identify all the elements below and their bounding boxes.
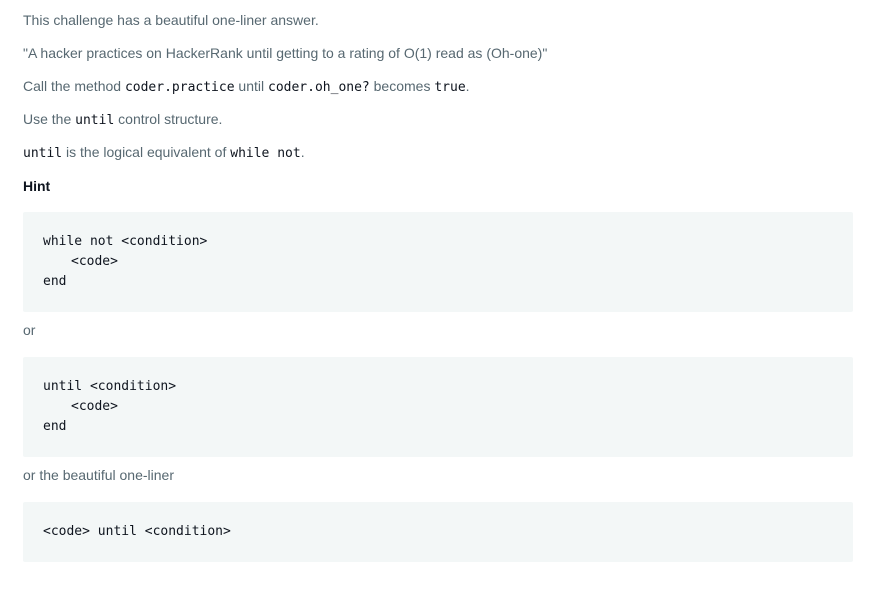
inline-code-oh-one: coder.oh_one? <box>268 80 370 95</box>
structure-prefix: Use the <box>23 111 76 127</box>
structure-suffix: control structure. <box>114 111 223 127</box>
code-block-until: until <condition> <code> end <box>23 357 853 457</box>
inline-code-practice: coder.practice <box>124 80 235 95</box>
code-block-while-not: while not <condition> <code> end <box>23 212 853 312</box>
instruction-becomes: becomes <box>369 78 435 94</box>
inline-code-while-not: while not <box>230 146 301 161</box>
equivalence-text: until is the logical equivalent of while… <box>23 142 305 164</box>
code-line: end <box>43 419 67 434</box>
equivalence-period: . <box>300 144 305 160</box>
code-line: end <box>43 274 67 289</box>
inline-code-until-2: until <box>23 146 63 161</box>
intro-text: This challenge has a beautiful one-liner… <box>23 12 319 28</box>
instruction-text: Call the method coder.practice until cod… <box>23 76 470 98</box>
code-line: <code> until <condition> <box>43 524 231 539</box>
code-line: <code> <box>71 254 118 269</box>
code-line: until <condition> <box>43 379 177 394</box>
instruction-period: . <box>465 78 470 94</box>
instruction-until: until <box>234 78 268 94</box>
inline-code-true: true <box>434 80 466 95</box>
inline-code-until: until <box>75 113 115 128</box>
code-line: <code> <box>71 399 118 414</box>
equivalence-mid: is the logical equivalent of <box>62 144 231 160</box>
instruction-prefix: Call the method <box>23 78 125 94</box>
hint-heading: Hint <box>23 178 51 194</box>
quote-text: "A hacker practices on HackerRank until … <box>23 45 548 61</box>
or-text: or <box>23 322 36 338</box>
code-line: while not <condition> <box>43 234 208 249</box>
code-block-one-liner: <code> until <condition> <box>23 502 853 562</box>
or-one-liner-text: or the beautiful one-liner <box>23 467 174 483</box>
structure-text: Use the until control structure. <box>23 109 222 131</box>
